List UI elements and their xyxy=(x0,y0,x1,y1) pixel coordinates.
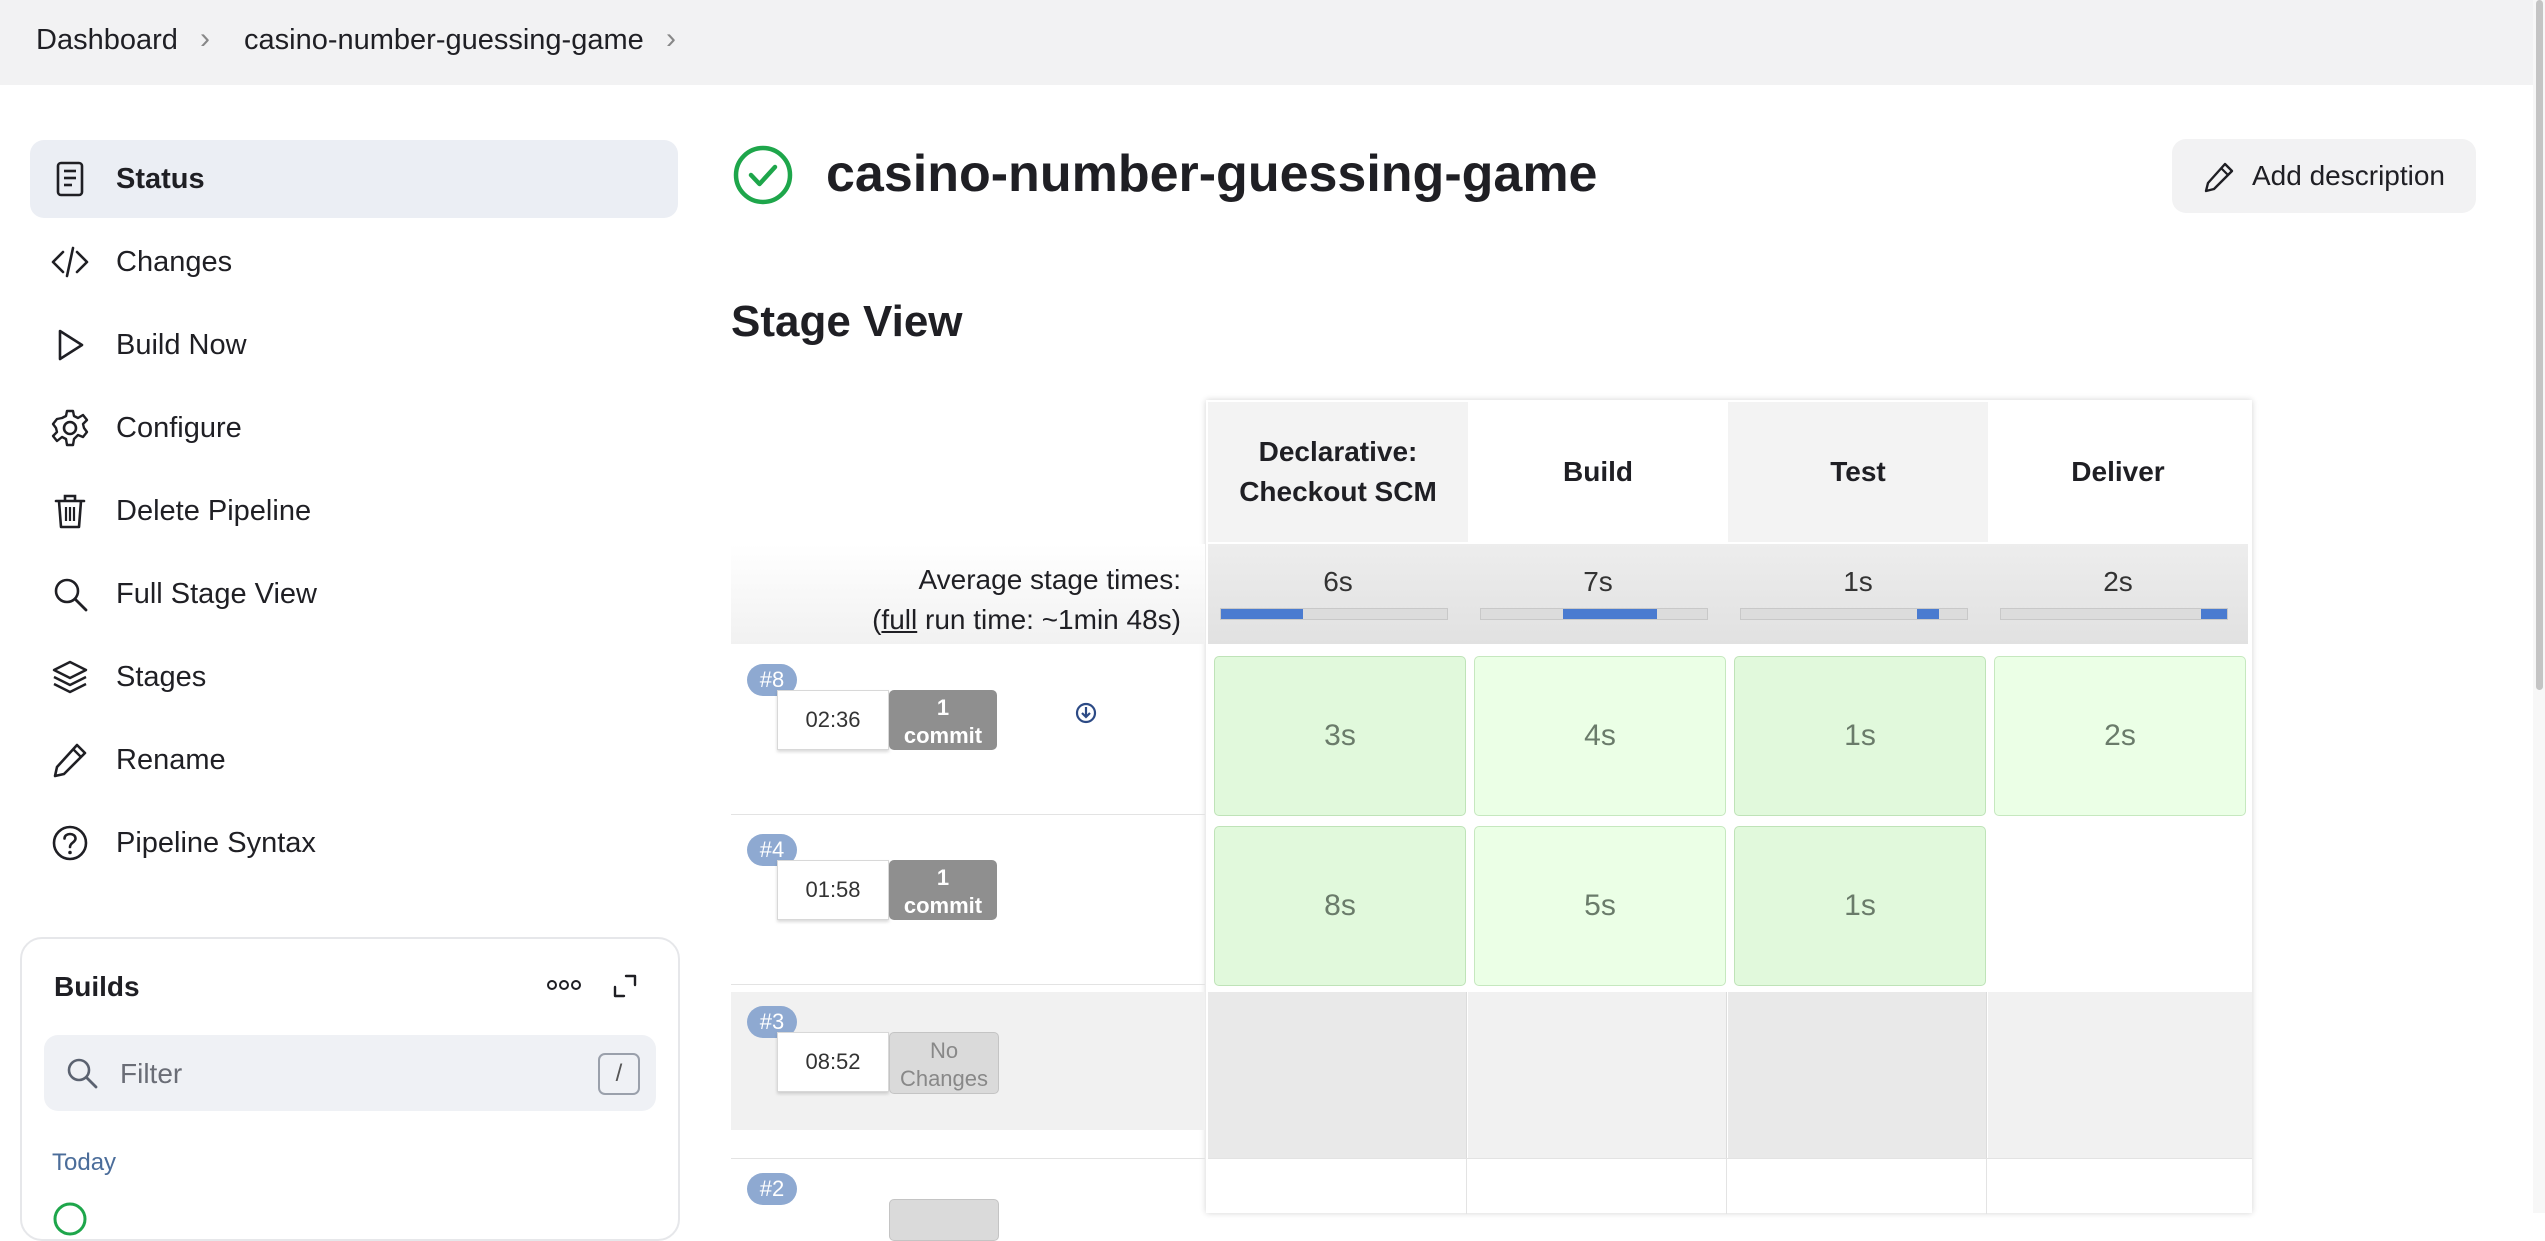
stage-header: Test xyxy=(1728,402,1988,542)
stage-cell-success[interactable]: 1s xyxy=(1734,826,1986,986)
stage-cell-empty xyxy=(1208,992,1467,1158)
run-row-4: #4 01:58 1 commit xyxy=(731,820,1205,985)
download-artifact-icon[interactable] xyxy=(1075,702,1097,724)
add-description-label: Add description xyxy=(2252,160,2446,191)
commit-count-button[interactable]: 1 commit xyxy=(889,860,997,920)
builds-panel: Builds / Today xyxy=(20,937,680,1241)
layers-icon xyxy=(52,660,88,694)
code-icon xyxy=(51,246,89,278)
average-stage-time: 2s xyxy=(1988,544,2248,644)
sidebar-item-changes[interactable]: Changes xyxy=(30,223,678,301)
stage-cell-success[interactable]: 3s xyxy=(1214,656,1466,816)
stage-cell-success[interactable]: 4s xyxy=(1474,656,1726,816)
stage-header: Declarative: Checkout SCM xyxy=(1208,402,1468,542)
add-description-button[interactable]: Add description xyxy=(2172,139,2476,213)
average-stage-time: 7s xyxy=(1468,544,1728,644)
average-progress-bar xyxy=(2000,608,2228,620)
average-stage-time: 6s xyxy=(1208,544,1468,644)
stage-header: Build xyxy=(1468,402,1728,542)
breadcrumb-dashboard[interactable]: Dashboard xyxy=(36,24,178,57)
builds-group-label: Today xyxy=(52,1149,117,1176)
run-row-2: #2 xyxy=(731,1158,1205,1241)
builds-title: Builds xyxy=(54,971,140,1002)
sidebar-item-stages[interactable]: Stages xyxy=(30,638,678,716)
sidebar-item-configure[interactable]: Configure xyxy=(30,389,678,467)
no-changes-badge xyxy=(889,1199,999,1241)
gear-icon xyxy=(51,409,89,447)
sidebar-item-label: Pipeline Syntax xyxy=(116,827,316,859)
sidebar-item-label: Full Stage View xyxy=(116,578,317,610)
run-row-8: #8 02:36 1 commit xyxy=(731,650,1205,815)
stage-name: Deliver xyxy=(2071,456,2165,487)
build-number-badge[interactable]: #2 xyxy=(747,1173,797,1205)
average-progress-bar xyxy=(1480,608,1708,620)
breadcrumb-bar: Dashboard › casino-number-guessing-game … xyxy=(0,0,2533,85)
pencil-icon xyxy=(53,743,87,778)
sidebar-item-label: Status xyxy=(116,163,205,195)
no-changes-badge: No Changes xyxy=(889,1032,999,1094)
stage-name: Checkout SCM xyxy=(1239,476,1437,507)
sidebar-item-label: Configure xyxy=(116,412,242,444)
run-row-2-stages xyxy=(1208,1158,2252,1214)
average-stage-times-label: Average stage times: xyxy=(918,564,1181,595)
stage-cell-success[interactable]: 1s xyxy=(1734,656,1986,816)
sidebar-item-full-stage-view[interactable]: Full Stage View xyxy=(30,555,678,633)
stage-cell-empty xyxy=(1728,992,1987,1158)
help-icon xyxy=(52,825,88,861)
scrollbar-thumb[interactable] xyxy=(2536,0,2543,690)
sidebar-item-label: Delete Pipeline xyxy=(116,495,312,527)
breadcrumb-separator-icon: › xyxy=(200,22,210,55)
page-title: casino-number-guessing-game xyxy=(826,145,1598,203)
average-stage-time: 1s xyxy=(1728,544,1988,644)
commit-count-button[interactable]: 1 commit xyxy=(889,690,997,750)
sidebar-item-status[interactable]: Status xyxy=(30,140,678,218)
play-icon xyxy=(58,329,84,361)
stage-view-title: Stage View xyxy=(731,297,963,346)
build-time: 08:52 xyxy=(777,1032,889,1092)
stage-cell-success[interactable]: 5s xyxy=(1474,826,1726,986)
stage-name: Build xyxy=(1563,456,1633,487)
status-icon xyxy=(56,161,84,197)
breadcrumb-separator-icon[interactable]: › xyxy=(666,22,676,56)
success-status-icon xyxy=(733,145,793,205)
sidebar-item-label: Build Now xyxy=(116,329,247,361)
builds-filter-input[interactable] xyxy=(118,1053,562,1095)
stage-name: Declarative: xyxy=(1258,436,1418,467)
build-time: 02:36 xyxy=(777,690,889,750)
run-row-3-stages xyxy=(1208,992,2252,1158)
build-time: 01:58 xyxy=(777,860,889,920)
trash-icon xyxy=(54,494,86,529)
run-row-3: #3 08:52 No Changes xyxy=(731,992,1205,1130)
sidebar-item-label: Rename xyxy=(116,744,226,776)
stage-name: Test xyxy=(1830,456,1886,487)
average-progress-bar xyxy=(1220,608,1448,620)
sidebar-item-label: Changes xyxy=(116,246,233,278)
stage-cell-success[interactable]: 2s xyxy=(1994,656,2246,816)
search-icon xyxy=(54,578,88,612)
sidebar-item-delete-pipeline[interactable]: Delete Pipeline xyxy=(30,472,678,550)
breadcrumb-job[interactable]: casino-number-guessing-game xyxy=(244,24,644,57)
full-run-time: (full run time: ~1min 48s) xyxy=(872,604,1181,635)
search-icon xyxy=(67,1058,98,1089)
sidebar-item-pipeline-syntax[interactable]: Pipeline Syntax xyxy=(30,804,678,882)
stage-header: Deliver xyxy=(1988,402,2248,542)
average-progress-bar xyxy=(1740,608,1968,620)
builds-filter: / xyxy=(44,1035,656,1111)
stage-cell-empty xyxy=(1468,992,1727,1158)
more-options-icon[interactable] xyxy=(546,979,582,991)
stage-cell-success[interactable]: 8s xyxy=(1214,826,1466,986)
success-status-icon xyxy=(53,1202,87,1236)
filter-shortcut-key: / xyxy=(598,1053,640,1095)
average-row-label: Average stage times: (full run time: ~1m… xyxy=(731,544,1205,644)
pencil-icon xyxy=(2204,162,2234,193)
sidebar-item-label: Stages xyxy=(116,661,207,693)
full-run-link[interactable]: full xyxy=(881,604,917,635)
stage-cell-empty xyxy=(1988,992,2252,1158)
sidebar-item-build-now[interactable]: Build Now xyxy=(30,306,678,384)
expand-icon[interactable] xyxy=(612,973,638,999)
sidebar-item-rename[interactable]: Rename xyxy=(30,721,678,799)
